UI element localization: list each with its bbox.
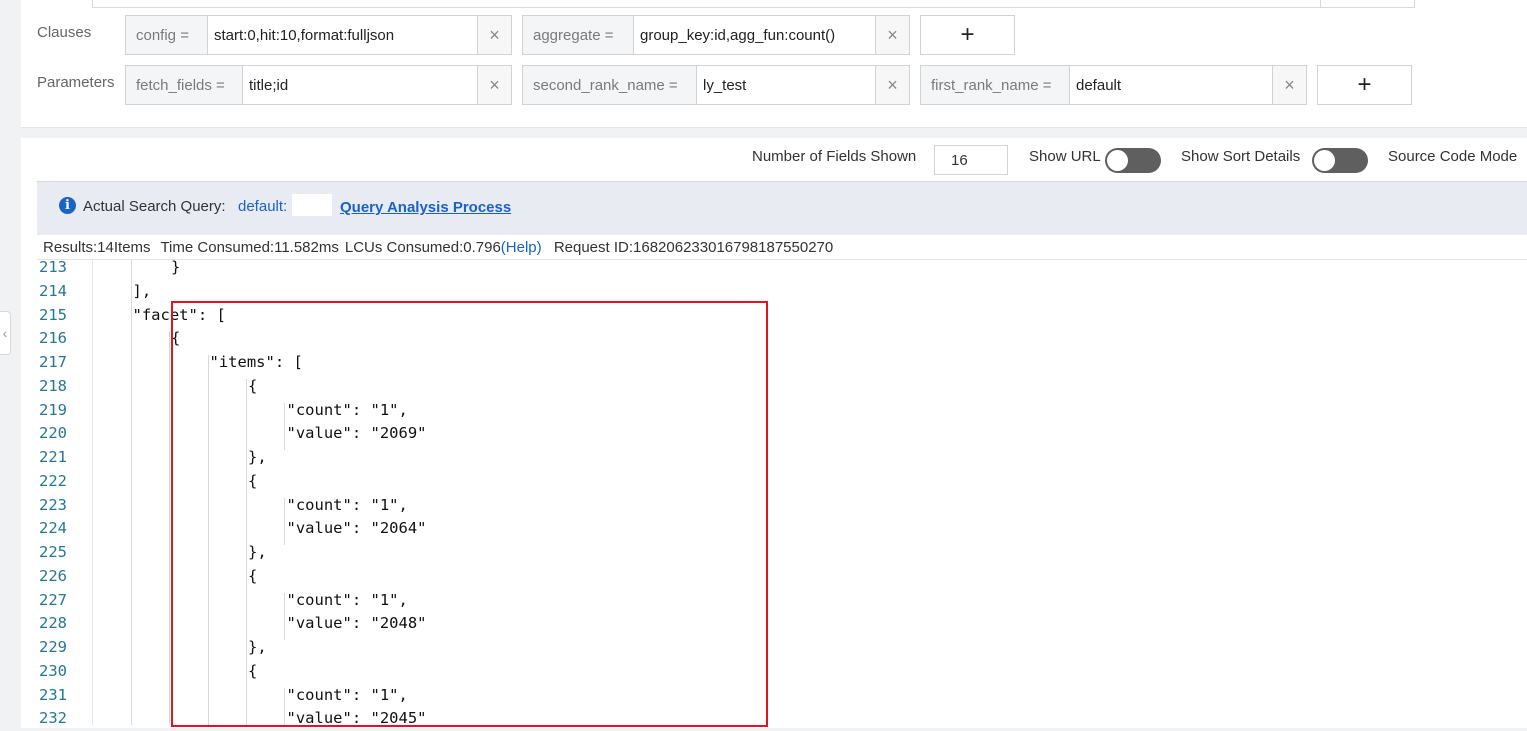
line-number: 215	[39, 305, 67, 324]
code-line: "count": "1",	[286, 590, 408, 609]
line-number: 222	[39, 471, 67, 490]
indent-guide	[284, 497, 285, 545]
time-consumed: Time Consumed:11.582ms	[160, 239, 339, 256]
fields-shown-label: Number of Fields Shown	[752, 148, 917, 165]
plus-icon: +	[960, 21, 975, 48]
code-line: {	[248, 661, 258, 680]
line-number: 225	[39, 543, 67, 561]
code-line: "count": "1",	[286, 400, 408, 419]
query-analysis-link[interactable]: Query Analysis Process	[340, 199, 511, 216]
clause-aggregate: aggregate = group_key:id,agg_fun:count()…	[522, 15, 910, 55]
line-number: 223	[39, 495, 67, 514]
code-line: {	[248, 376, 258, 395]
code-line: },	[248, 448, 267, 466]
code-line: "facet": [	[132, 305, 226, 324]
param-key: second_rank_name =	[523, 66, 697, 104]
param-value-input[interactable]: ly_test	[697, 66, 875, 104]
redacted-block	[292, 194, 332, 216]
clause-value-input[interactable]: start:0,hit:10,format:fulljson	[208, 16, 477, 54]
clause-config: config = start:0,hit:10,format:fulljson …	[125, 15, 512, 55]
line-number: 220	[39, 424, 67, 443]
clause-key: config =	[126, 16, 208, 54]
code-line: {	[171, 329, 181, 348]
delete-clause-button[interactable]: ×	[875, 16, 909, 54]
param-key: fetch_fields =	[126, 66, 243, 104]
show-sort-label: Show Sort Details	[1181, 148, 1301, 165]
show-sort-toggle[interactable]	[1312, 148, 1368, 173]
indent-guide	[284, 687, 285, 725]
chevron-left-icon: ‹	[2, 325, 8, 341]
gutter-divider	[92, 260, 93, 725]
clause-value-input[interactable]: group_key:id,agg_fun:count()	[634, 16, 875, 54]
line-number: 218	[39, 376, 67, 395]
line-number: 228	[39, 614, 67, 633]
param-value-input[interactable]: title;id	[243, 66, 477, 104]
fields-shown-input[interactable]: 16	[934, 145, 1008, 175]
indent-guide	[131, 260, 132, 725]
code-line: "items": [	[209, 353, 303, 371]
line-number: 216	[39, 329, 67, 348]
add-clause-button[interactable]: +	[920, 15, 1015, 55]
line-number: 224	[39, 519, 67, 538]
code-line: "count": "1",	[286, 685, 408, 704]
indent-guide	[208, 355, 209, 725]
actual-query-label: Actual Search Query:	[83, 198, 226, 215]
delete-param-button[interactable]: ×	[875, 66, 909, 104]
param-key: first_rank_name =	[921, 66, 1070, 104]
param-fetch-fields: fetch_fields = title;id ×	[125, 65, 512, 105]
line-number: 232	[39, 709, 67, 728]
code-line: },	[248, 638, 267, 656]
strip-separator	[1320, 0, 1321, 8]
line-number: 214	[39, 281, 67, 300]
indent-guide	[284, 592, 285, 640]
delete-param-button[interactable]: ×	[477, 66, 511, 104]
line-number: 229	[39, 638, 67, 656]
code-line: "value": "2064"	[286, 519, 427, 538]
line-number: 221	[39, 448, 67, 466]
show-url-label: Show URL	[1029, 148, 1101, 165]
param-second-rank-name: second_rank_name = ly_test ×	[522, 65, 910, 105]
clause-key: aggregate =	[523, 16, 634, 54]
toggle-knob	[1314, 150, 1335, 171]
line-number: 231	[39, 685, 67, 704]
plus-icon: +	[1357, 71, 1372, 98]
results-count: Results:14Items	[43, 239, 151, 256]
request-id: Request ID:168206233016798187550270	[553, 239, 834, 256]
indent-guide	[284, 402, 285, 450]
code-line: },	[248, 543, 267, 561]
code-line: {	[248, 471, 258, 490]
help-link[interactable]: (Help)	[501, 239, 542, 256]
toggle-knob	[1107, 150, 1128, 171]
code-line: "value": "2069"	[286, 424, 427, 443]
actual-query-value: default:	[238, 198, 288, 215]
info-icon: i	[59, 197, 76, 214]
indent-guide	[169, 331, 170, 725]
lcu-consumed: LCUs Consumed:0.796	[344, 239, 501, 256]
code-line: ],	[132, 281, 152, 300]
show-url-toggle[interactable]	[1105, 148, 1161, 173]
param-value-input[interactable]: default	[1070, 66, 1272, 104]
source-code-mode-label[interactable]: Source Code Mode	[1388, 148, 1517, 165]
collapse-handle[interactable]: ‹	[0, 311, 11, 355]
indent-guide	[246, 378, 247, 725]
param-first-rank-name: first_rank_name = default ×	[920, 65, 1307, 105]
result-stats: Results:14Items Time Consumed:11.582ms LC…	[43, 239, 839, 256]
add-param-button[interactable]: +	[1317, 65, 1412, 105]
parameters-label: Parameters	[37, 74, 115, 91]
code-line: }	[171, 258, 181, 276]
line-number: 219	[39, 400, 67, 419]
line-number: 213	[39, 258, 67, 276]
code-line: "value": "2048"	[286, 614, 427, 633]
code-line: "count": "1",	[286, 495, 408, 514]
code-line: "value": "2045"	[286, 709, 427, 728]
line-number: 226	[39, 566, 67, 585]
delete-param-button[interactable]: ×	[1272, 66, 1306, 104]
code-line: {	[248, 566, 258, 585]
line-number: 217	[39, 353, 67, 371]
delete-clause-button[interactable]: ×	[477, 16, 511, 54]
line-number: 230	[39, 661, 67, 680]
line-number: 227	[39, 590, 67, 609]
clauses-label: Clauses	[37, 24, 92, 41]
query-input-strip[interactable]	[92, 0, 1415, 8]
